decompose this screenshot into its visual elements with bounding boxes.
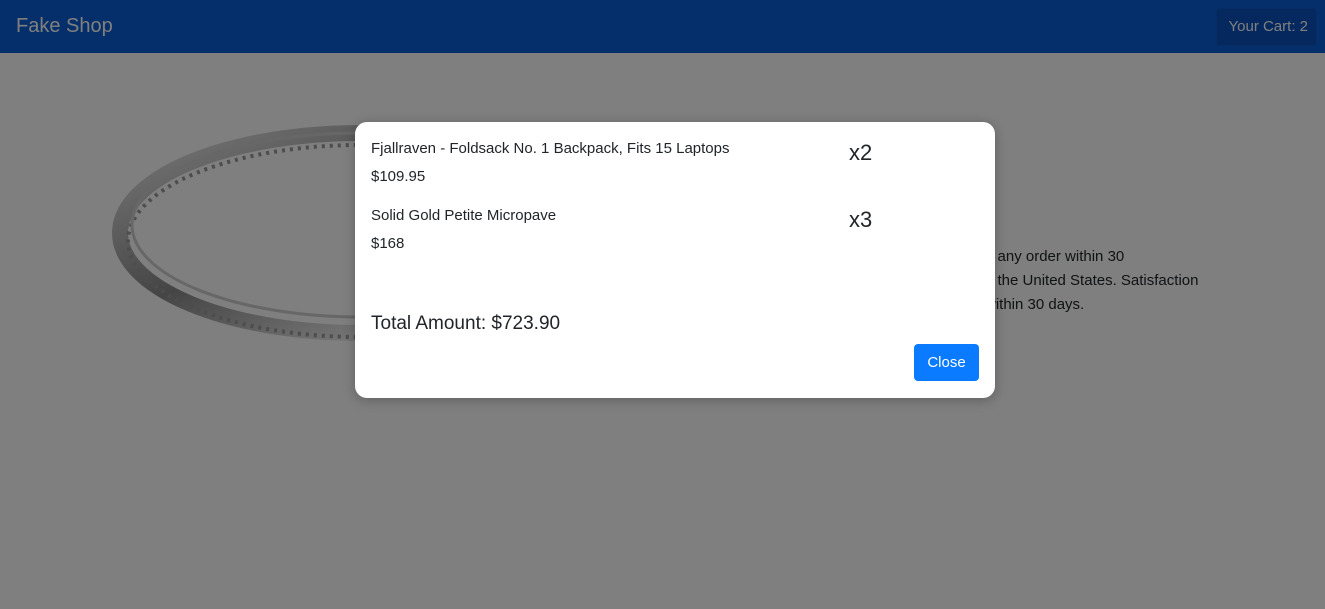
cart-item-name: Solid Gold Petite Micropave bbox=[371, 207, 557, 224]
cart-item-price: $109.95 bbox=[371, 168, 426, 185]
cart-item: Solid Gold Petite Micropave $168 x3 bbox=[371, 207, 971, 267]
close-button[interactable]: Close bbox=[914, 344, 979, 381]
cart-item-price: $168 bbox=[371, 235, 405, 252]
cart-item-name: Fjallraven - Foldsack No. 1 Backpack, Fi… bbox=[371, 140, 730, 157]
cart-total: Total Amount: $723.90 bbox=[371, 313, 561, 334]
cart-item: Fjallraven - Foldsack No. 1 Backpack, Fi… bbox=[371, 140, 971, 200]
cart-item-quantity: x2 bbox=[849, 140, 873, 165]
cart-modal: Fjallraven - Foldsack No. 1 Backpack, Fi… bbox=[355, 122, 995, 398]
page: Fake Shop Your Cart: 2 ave e any order w… bbox=[0, 0, 1325, 609]
cart-item-quantity: x3 bbox=[849, 207, 873, 232]
